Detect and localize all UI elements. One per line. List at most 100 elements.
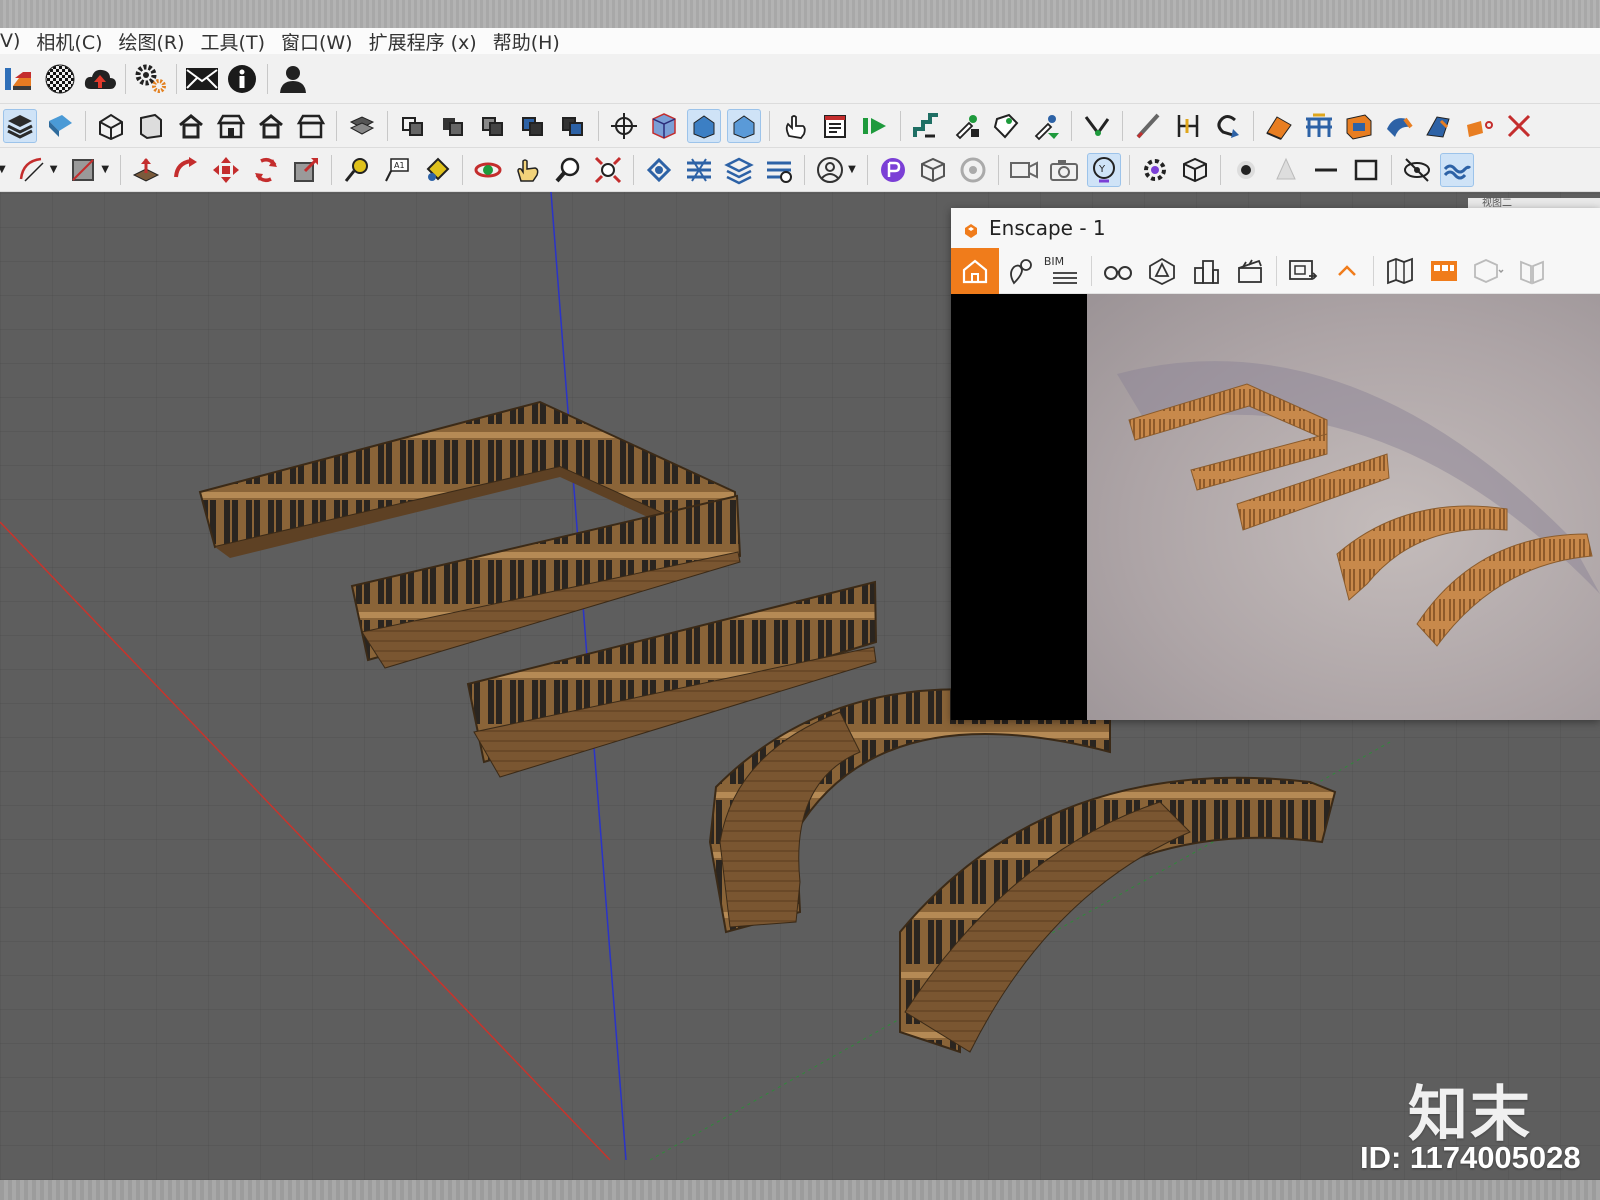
paint-bucket-icon[interactable] [420,153,454,187]
square-icon[interactable] [1349,153,1383,187]
front-view-icon[interactable] [174,109,208,143]
camera-icon[interactable] [1047,153,1081,187]
chevron-down-icon[interactable]: ▼ [0,164,6,175]
line-tool-icon[interactable] [1131,109,1165,143]
map-icon[interactable] [1378,248,1422,294]
home-icon[interactable] [951,247,999,294]
clapperboard-icon[interactable] [1228,248,1272,294]
zoom-extents-icon[interactable] [591,153,625,187]
material-icon[interactable] [43,109,77,143]
section-cut-icon[interactable] [396,109,430,143]
box-icon[interactable] [916,153,950,187]
angle-icon[interactable] [1080,109,1114,143]
push-pull-icon[interactable] [129,153,163,187]
menu-item-draw[interactable]: 绘图(R) [119,28,185,55]
sandbox-3-icon[interactable] [722,153,756,187]
vr-icon[interactable]: Y [1086,152,1121,187]
enscape-start-icon[interactable] [876,153,910,187]
truss-icon[interactable] [1302,109,1336,143]
top-view-icon[interactable] [134,109,168,143]
chevron-up-icon[interactable] [1325,248,1369,294]
enscape-window[interactable]: Enscape - 1 BIM [951,208,1600,720]
cube-outline-icon[interactable] [1466,248,1510,294]
asset-library-icon[interactable] [1140,248,1184,294]
arc-tool-icon[interactable] [15,153,49,187]
cloud-upload-icon[interactable] [83,62,117,96]
menu-item-camera[interactable]: 相机(C) [36,28,102,55]
left-view-icon[interactable] [294,109,328,143]
text-icon[interactable]: A1 [380,153,414,187]
menu-item-extensions[interactable]: 扩展程序 (x) [369,28,477,55]
render-window-icon[interactable] [1422,248,1466,294]
chevron-down-icon[interactable]: ▼ [50,164,58,175]
zoom-icon[interactable] [551,153,585,187]
chevron-down-icon[interactable]: ▼ [848,164,856,175]
house-view-2-icon[interactable] [727,108,761,143]
mail-icon[interactable] [185,62,219,96]
right-view-icon[interactable] [214,109,248,143]
binoculars-icon[interactable] [1096,248,1140,294]
shape-icon[interactable] [1422,109,1456,143]
dot-icon[interactable] [1229,153,1263,187]
info-icon[interactable] [225,62,259,96]
close-icon[interactable] [1502,109,1536,143]
follow-me-icon[interactable] [169,153,203,187]
section-blue-icon[interactable] [516,109,550,143]
bridge-arc-2[interactable] [899,776,1337,1054]
menu-item-tools[interactable]: 工具(T) [201,28,265,55]
dimension-icon[interactable] [1171,109,1205,143]
settings-icon[interactable] [1138,153,1172,187]
chevron-down-icon[interactable]: ▼ [101,164,109,175]
cube-icon[interactable] [1178,153,1212,187]
paint-tag-icon[interactable] [989,109,1023,143]
section-display-icon[interactable] [436,109,470,143]
section-fill-icon[interactable] [476,109,510,143]
back-view-icon[interactable] [254,109,288,143]
person-icon[interactable] [813,153,847,187]
map-pin-icon[interactable] [999,248,1043,294]
layers-icon[interactable] [3,62,37,96]
enscape-viewport[interactable] [951,294,1600,720]
menu-item-window[interactable]: 窗口(W) [281,28,353,55]
hidden-icon[interactable] [1400,153,1434,187]
stair-icon[interactable] [909,109,943,143]
menu-item-view[interactable]: V) [0,30,20,52]
report-icon[interactable] [818,109,852,143]
wave-icon[interactable] [1439,152,1474,187]
bucket-icon[interactable] [1462,109,1496,143]
buildings-icon[interactable] [1184,248,1228,294]
rotate-icon[interactable] [249,153,283,187]
orbit-icon[interactable] [471,153,505,187]
hand-icon[interactable] [511,153,545,187]
sandbox-2-icon[interactable] [682,153,716,187]
sandbox-4-icon[interactable] [762,153,796,187]
line-icon[interactable] [1309,153,1343,187]
rectangle-tool-icon[interactable] [66,153,100,187]
menu-item-help[interactable]: 帮助(H) [493,28,560,55]
bim-icon[interactable]: BIM [1043,248,1087,294]
gears-icon[interactable] [134,62,168,96]
user-icon[interactable] [276,62,310,96]
render-icon[interactable] [956,153,990,187]
move-icon[interactable] [209,153,243,187]
play-icon[interactable] [858,109,892,143]
eyedropper-icon[interactable] [949,109,983,143]
pipe-icon[interactable] [1382,109,1416,143]
rotate-blue-icon[interactable] [1211,109,1245,143]
cone-icon[interactable] [1269,153,1303,187]
section-plane-icon[interactable] [345,109,379,143]
iso-cube-icon[interactable] [647,109,681,143]
eyedropper-blue-icon[interactable] [1029,109,1063,143]
sandbox-icon[interactable] [642,153,676,187]
layer-stack-icon[interactable] [3,108,37,143]
batch-render-icon[interactable] [1281,248,1325,294]
panel-icon[interactable] [1342,109,1376,143]
video-icon[interactable] [1007,153,1041,187]
target-icon[interactable] [607,109,641,143]
tape-measure-icon[interactable] [340,153,374,187]
enscape-title-bar[interactable]: Enscape - 1 [951,208,1600,248]
section-blue-2-icon[interactable] [556,109,590,143]
checker-sphere-icon[interactable] [43,62,77,96]
scale-icon[interactable] [289,153,323,187]
iso-view-icon[interactable] [94,109,128,143]
